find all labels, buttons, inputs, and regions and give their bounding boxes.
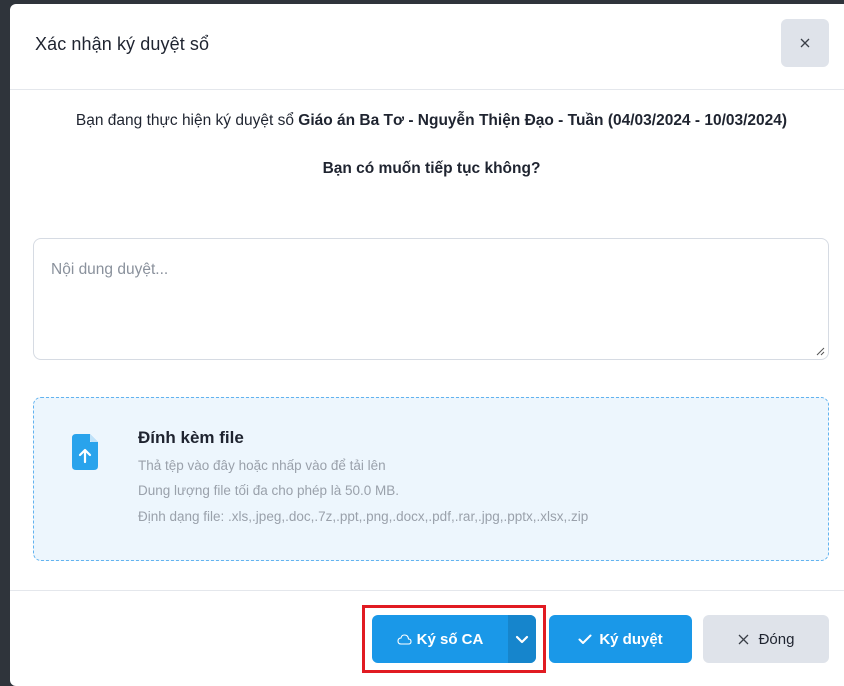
- file-upload-icon: [72, 434, 98, 470]
- dialog-footer: Ký số CA Ký duyệt Đóng: [10, 590, 844, 686]
- sign-ca-label: Ký số CA: [416, 630, 484, 648]
- close-icon: [738, 634, 749, 644]
- dialog-close-button[interactable]: [781, 19, 829, 67]
- confirm-prefix: Bạn đang thực hiện ký duyệt sổ: [75, 112, 299, 129]
- sign-ca-dropdown-toggle[interactable]: [508, 615, 536, 663]
- book-name: Giáo án Ba Tơ - Nguyễn Thiện Đạo - Tuần …: [298, 112, 788, 129]
- sign-ca-button[interactable]: Ký số CA: [372, 615, 508, 663]
- close-label: Đóng: [758, 630, 795, 648]
- confirm-message: Bạn đang thực hiện ký duyệt sổ Giáo án B…: [34, 108, 829, 134]
- file-dropzone[interactable]: Đính kèm file Thả tệp vào đây hoặc nhấp …: [33, 397, 829, 561]
- check-icon: [578, 634, 592, 644]
- resize-handle-icon[interactable]: [815, 346, 825, 356]
- approval-content-field-wrapper: [33, 238, 829, 360]
- approval-content-field[interactable]: [34, 239, 828, 359]
- approve-button[interactable]: Ký duyệt: [549, 615, 692, 663]
- sign-confirm-dialog: Xác nhận ký duyệt sổ Bạn đang thực hiện …: [10, 4, 844, 686]
- dialog-header: Xác nhận ký duyệt sổ: [10, 4, 844, 90]
- upload-size-limit: Dung lượng file tối đa cho phép là 50.0 …: [138, 483, 400, 498]
- cloud-icon: [397, 633, 412, 645]
- upload-formats: Định dạng file: .xls,.jpeg,.doc,.7z,.ppt…: [138, 509, 589, 524]
- dialog-body: Bạn đang thực hiện ký duyệt sổ Giáo án B…: [10, 90, 844, 590]
- chevron-down-icon: [515, 635, 529, 643]
- sign-ca-split-button: Ký số CA: [372, 615, 536, 663]
- approve-label: Ký duyệt: [599, 630, 663, 648]
- upload-hint: Thả tệp vào đây hoặc nhấp vào để tải lên: [138, 458, 386, 473]
- close-icon: [800, 38, 810, 48]
- confirm-question: Bạn có muốn tiếp tục không?: [322, 160, 541, 177]
- dialog-title: Xác nhận ký duyệt sổ: [35, 34, 210, 54]
- attachment-title: Đính kèm file: [138, 428, 244, 447]
- close-button[interactable]: Đóng: [703, 615, 829, 663]
